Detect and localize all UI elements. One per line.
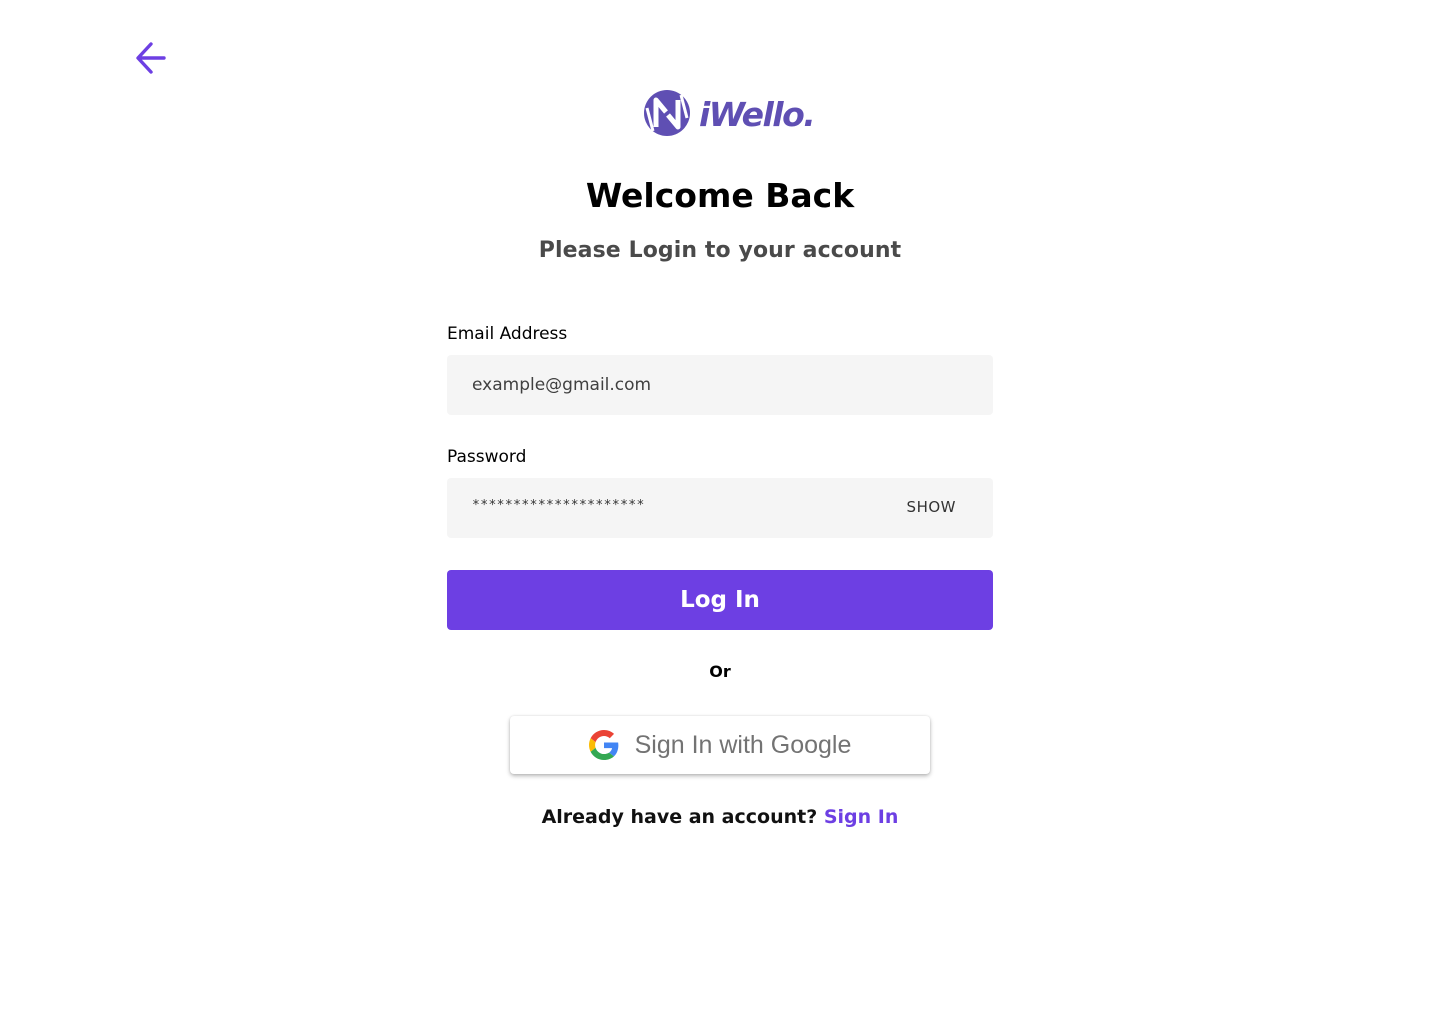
footer-prompt: Already have an account? [541,806,818,828]
login-button[interactable]: Log In [447,570,993,630]
brand-logo: iWello. [642,88,816,138]
google-signin-button[interactable]: Sign In with Google [510,716,930,774]
email-label: Email Address [447,324,568,344]
brand-name: iWello. [699,94,816,134]
sign-in-link[interactable]: Sign In [824,806,899,828]
show-password-toggle[interactable]: SHOW [907,498,956,516]
password-label: Password [447,447,527,467]
google-signin-label: Sign In with Google [634,730,852,759]
page-subtitle: Please Login to your account [538,238,902,263]
google-icon [588,730,618,760]
password-value: ********************* [472,498,645,513]
arrow-left-icon [136,42,166,74]
email-input[interactable] [447,355,993,415]
login-page: iWello. Welcome Back Please Login to you… [0,0,1440,1024]
logo-mark-icon [644,90,690,136]
page-title: Welcome Back [585,176,855,215]
footer: Already have an account? Sign In [0,806,1440,828]
or-divider: Or [709,662,731,681]
back-button[interactable] [128,36,172,80]
password-field[interactable]: ********************* SHOW [447,478,993,538]
email-field-container [447,355,993,415]
